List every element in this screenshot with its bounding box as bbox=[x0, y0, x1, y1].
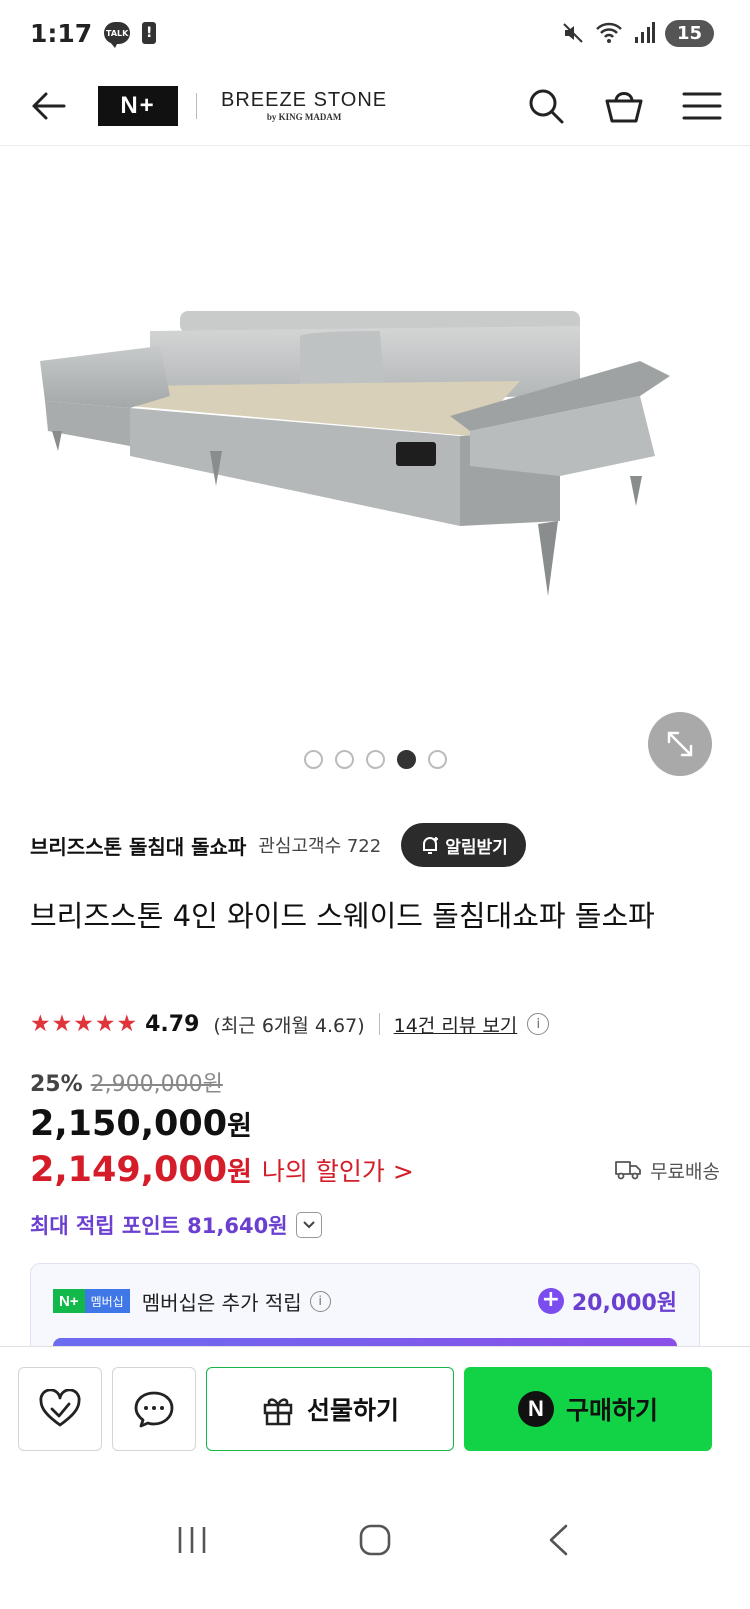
sale-price-amount: 2,150,000 bbox=[30, 1104, 228, 1144]
points-expand-button[interactable] bbox=[295, 1212, 322, 1238]
home-button[interactable] bbox=[335, 1510, 415, 1570]
discount-row: 25% 2,900,000원 bbox=[30, 1066, 223, 1098]
back-chevron-icon bbox=[550, 1524, 568, 1555]
store-info-row: 브리즈스톤 돌침대 돌쇼파 관심고객수 722 알림받기 bbox=[30, 820, 720, 870]
hamburger-menu-icon bbox=[682, 92, 722, 119]
shopping-bag-icon bbox=[605, 91, 643, 122]
system-back-button[interactable] bbox=[518, 1510, 598, 1570]
bottom-action-bar: 선물하기 N 구매하기 bbox=[0, 1346, 750, 1470]
membership-badge-label: 멤버십 bbox=[84, 1289, 130, 1313]
npay-icon: N bbox=[517, 1390, 554, 1427]
notification-subscribe-button[interactable]: 알림받기 bbox=[401, 823, 526, 867]
status-bar: 1:17 TALK ! 15 bbox=[0, 0, 750, 66]
battery-alert-icon: ! bbox=[142, 22, 157, 44]
wishlist-button[interactable] bbox=[18, 1366, 102, 1451]
sale-price: 2,150,000원 bbox=[30, 1104, 252, 1144]
discount-rate: 25% bbox=[30, 1072, 83, 1097]
rating-score: 4.79 bbox=[145, 1011, 200, 1037]
battery-indicator: 15 bbox=[664, 19, 714, 47]
points-row: 최대 적립 포인트 81,640원 bbox=[30, 1210, 322, 1240]
product-photo-sofa bbox=[40, 311, 670, 596]
gift-label: 선물하기 bbox=[306, 1395, 399, 1425]
store-name[interactable]: 브리즈스톤 돌침대 돌쇼파 bbox=[30, 831, 246, 860]
star-icon: ★ bbox=[116, 1010, 138, 1037]
star-icon: ★ bbox=[94, 1010, 116, 1037]
talk-chat-button[interactable] bbox=[112, 1366, 196, 1451]
rating-recent: (최근 6개월 4.67) bbox=[213, 1014, 365, 1037]
talk-notification-icon: TALK bbox=[104, 22, 131, 48]
chat-bubble-icon bbox=[134, 1391, 174, 1427]
product-title: 브리즈스톤 4인 와이드 스웨이드 돌침대쇼파 돌소파 bbox=[30, 899, 655, 933]
buy-label: 구매하기 bbox=[565, 1395, 658, 1425]
rating-stars: ★ ★ ★ ★ ★ bbox=[30, 1010, 138, 1037]
brand-logo[interactable]: BREEZE STONE by KING MADAM bbox=[221, 89, 387, 122]
star-icon: ★ bbox=[51, 1010, 73, 1037]
interest-count: 관심고객수 722 bbox=[258, 836, 382, 857]
rating-separator bbox=[378, 1013, 380, 1035]
bell-plus-icon bbox=[423, 837, 439, 854]
carousel-dot[interactable] bbox=[396, 750, 416, 769]
membership-info-icon[interactable]: i bbox=[309, 1290, 331, 1312]
my-price-amount: 2,149,000 bbox=[30, 1150, 228, 1190]
buy-button[interactable]: N 구매하기 bbox=[464, 1366, 712, 1451]
shipping-label: 무료배송 bbox=[650, 1160, 720, 1183]
my-discount-link[interactable]: 나의 할인가 > bbox=[262, 1152, 414, 1188]
back-button[interactable] bbox=[26, 84, 70, 128]
my-discount-price: 2,149,000원 bbox=[30, 1150, 252, 1190]
mute-icon bbox=[561, 21, 585, 45]
search-icon bbox=[529, 89, 564, 123]
nplus-logo[interactable]: N+ bbox=[98, 85, 178, 126]
membership-np: N+ bbox=[53, 1289, 85, 1313]
recent-apps-icon bbox=[178, 1526, 205, 1553]
carousel-dot[interactable] bbox=[365, 750, 385, 769]
carousel-dots bbox=[0, 750, 750, 769]
membership-points-value: 20,000원 bbox=[571, 1291, 677, 1316]
my-price-row: 2,149,000원 나의 할인가 > 무료배송 bbox=[30, 1150, 720, 1190]
shipping-info: 무료배송 bbox=[614, 1157, 720, 1184]
original-price: 2,900,000원 bbox=[90, 1072, 223, 1097]
star-icon: ★ bbox=[30, 1010, 51, 1037]
signal-icon bbox=[633, 21, 655, 45]
star-icon: ★ bbox=[73, 1010, 94, 1037]
review-link[interactable]: 14건 리뷰 보기 bbox=[394, 1011, 518, 1038]
search-button[interactable] bbox=[524, 84, 568, 128]
rating-row: ★ ★ ★ ★ ★ 4.79 (최근 6개월 4.67) 14건 리뷰 보기 i bbox=[30, 1006, 550, 1042]
brand-sub: by KING MADAM bbox=[266, 112, 342, 122]
info-icon[interactable]: i bbox=[527, 1013, 550, 1035]
back-arrow-icon bbox=[32, 92, 66, 119]
membership-points: + 20,000원 bbox=[537, 1285, 677, 1317]
membership-text: 멤버십은 추가 적립 bbox=[141, 1290, 302, 1315]
menu-button[interactable] bbox=[680, 84, 724, 128]
max-points: 최대 적립 포인트 81,640원 bbox=[30, 1214, 288, 1238]
cart-button[interactable] bbox=[602, 84, 646, 128]
my-price-currency: 원 bbox=[227, 1157, 252, 1188]
product-image-carousel[interactable] bbox=[0, 146, 750, 800]
gift-button[interactable]: 선물하기 bbox=[206, 1366, 454, 1451]
heart-check-icon bbox=[39, 1388, 81, 1426]
carousel-dot[interactable] bbox=[427, 750, 447, 769]
carousel-dot[interactable] bbox=[334, 750, 354, 769]
sale-price-currency: 원 bbox=[227, 1111, 252, 1142]
gift-icon bbox=[263, 1397, 293, 1425]
plus-circle-icon: + bbox=[537, 1288, 564, 1314]
wifi-icon bbox=[595, 21, 623, 45]
status-time: 1:17 bbox=[30, 18, 93, 48]
app-header: N+ BREEZE STONE by KING MADAM bbox=[0, 66, 750, 146]
alert-label: 알림받기 bbox=[445, 837, 508, 858]
carousel-dot[interactable] bbox=[303, 750, 323, 769]
brand-name: BREEZE STONE bbox=[221, 89, 388, 111]
membership-badge: N+ 멤버십 bbox=[53, 1289, 130, 1313]
recent-apps-button[interactable] bbox=[152, 1510, 232, 1570]
home-icon bbox=[359, 1524, 391, 1555]
system-nav-bar bbox=[0, 1470, 750, 1609]
truck-icon bbox=[615, 1161, 641, 1180]
chevron-down-icon bbox=[302, 1221, 315, 1229]
logo-divider bbox=[196, 92, 197, 119]
